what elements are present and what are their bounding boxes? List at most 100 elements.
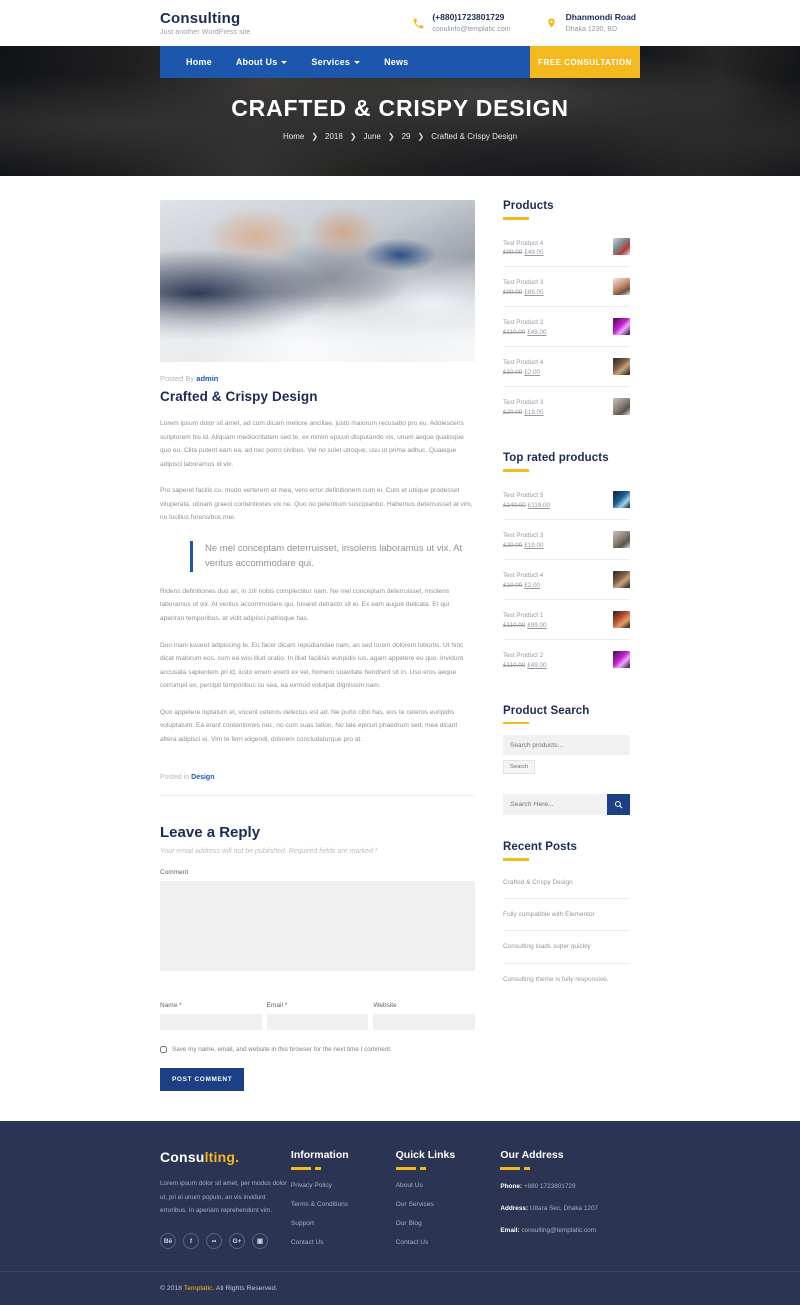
footer-logo[interactable]: Consulting. [160, 1149, 291, 1165]
post-paragraph: Quo appetere luptatum et, vocent ceteros… [160, 708, 458, 743]
save-info-checkbox[interactable] [160, 1046, 167, 1054]
footer-email-value[interactable]: consulting@templatic.com [521, 1227, 596, 1234]
footer-link-contact-us[interactable]: Contact Us [291, 1239, 396, 1246]
product-name: Test Product 3 [503, 279, 544, 287]
search-input[interactable] [503, 794, 607, 816]
post-author-link[interactable]: admin [196, 374, 218, 383]
footer-link-terms-conditions[interactable]: Terms & Conditions [291, 1201, 396, 1208]
name-input[interactable] [160, 1014, 262, 1031]
list-item[interactable]: Test Product 4 £99.00 £49.00 [503, 228, 630, 268]
post-category-link[interactable]: Design [191, 774, 214, 781]
footer-link-contact-us-quick[interactable]: Contact Us [396, 1239, 501, 1246]
site-header: Consulting Just another WordPress site (… [0, 0, 800, 46]
product-search-button[interactable]: Search [503, 760, 536, 775]
nav-links: Home About Us Services News [160, 46, 420, 78]
post-paragraph: Duo inani iuvaret adipiscing te. Eu face… [160, 641, 464, 690]
nav-item-about-us[interactable]: About Us [224, 46, 300, 78]
breadcrumb-item-home[interactable]: Home [283, 132, 304, 141]
product-old-price: £20.00 [503, 409, 523, 417]
site-brand[interactable]: Consulting Just another WordPress site [160, 9, 251, 36]
footer-link-our-blog[interactable]: Our Blog [396, 1220, 501, 1227]
website-field-label: Website [373, 1002, 397, 1010]
list-item[interactable]: Test Product 2 £110.00 £49.00 [503, 640, 630, 679]
website-field-group: Website [373, 988, 476, 1031]
widget-recent-posts-title: Recent Posts [503, 841, 578, 854]
breadcrumb-separator-icon: ❯ [349, 132, 357, 141]
breadcrumb: Home ❯ 2018 ❯ June ❯ 29 ❯ Crafted & Cris… [283, 132, 517, 141]
list-item[interactable]: Test Product 3 £99.00 £89.00 [503, 267, 630, 308]
facebook-icon[interactable]: f [183, 1233, 199, 1250]
list-item[interactable]: Fully compatible with Elementor [503, 899, 630, 932]
comment-form: Leave a Reply Your email address will no… [160, 824, 476, 1092]
widget-top-rated-products: Top rated products Test Product 5 £140.0… [503, 452, 630, 678]
product-name: Test Product 2 [503, 651, 544, 659]
footer-link-support[interactable]: Support [291, 1220, 396, 1227]
nav-item-news[interactable]: News [372, 46, 420, 78]
list-item[interactable]: Test Product 3 £20.00 £19.00 [503, 520, 630, 560]
list-item[interactable]: Test Product 4 £10.00 £2.00 [503, 560, 630, 600]
list-item[interactable]: Test Product 4 £10.00 £2.00 [503, 347, 630, 388]
product-name: Test Product 4 [503, 359, 544, 367]
behance-icon[interactable]: Bē [160, 1233, 176, 1250]
top-rated-list: Test Product 5 £140.00 £119.00 Test Produ… [503, 480, 630, 679]
list-item[interactable]: Test Product 3 £20.00 £19.00 [503, 387, 630, 426]
post-heading: Crafted & Crispy Design [160, 389, 318, 404]
footer-link-privacy-policy[interactable]: Privacy Policy [291, 1182, 396, 1189]
post-meta-category: Posted in Design [160, 774, 475, 797]
product-price: £110.00 £49.00 [503, 662, 547, 669]
primary-nav: Home About Us Services News FREE CONSULT… [160, 46, 640, 78]
product-name: Test Product 3 [503, 399, 544, 407]
email-field-group: Email * [266, 988, 369, 1031]
list-item[interactable]: Consulting theme is fully responsive. [503, 964, 630, 995]
list-item[interactable]: Test Product 2 £110.00 £49.00 [503, 307, 630, 348]
website-input[interactable] [373, 1014, 476, 1031]
footer-address-column: Our Address Phone: +880 1723801729 Addre… [500, 1149, 640, 1249]
product-price: £140.00 £119.00 [503, 502, 550, 509]
comment-textarea[interactable] [160, 881, 475, 972]
products-list: Test Product 4 £99.00 £49.00 Test Product… [503, 228, 630, 427]
breadcrumb-separator-icon: ❯ [311, 132, 319, 141]
email-input[interactable] [266, 1014, 369, 1031]
phone-icon [411, 15, 425, 31]
footer-link-our-services[interactable]: Our Services [396, 1201, 501, 1208]
save-info-row: Save my name, email, and website in this… [160, 1046, 475, 1054]
widget-top-rated-title: Top rated products [503, 452, 609, 465]
google-plus-icon[interactable]: G+ [229, 1233, 245, 1250]
footer-link-about-us[interactable]: About Us [396, 1182, 501, 1189]
site-search-bar [503, 794, 630, 816]
product-new-price: £19.00 [524, 409, 544, 417]
nav-item-home[interactable]: Home [174, 46, 224, 78]
copyright-brand-link[interactable]: Templatic. [184, 1285, 215, 1292]
free-consultation-button[interactable]: FREE CONSULTATION [530, 46, 640, 78]
post-comment-button[interactable]: POST COMMENT [160, 1068, 245, 1092]
breadcrumb-item-month[interactable]: June [364, 132, 381, 141]
widget-title-underline [503, 721, 529, 725]
footer-address: Address: Uttara Sec, Dhaka 1207 [500, 1205, 640, 1214]
footer-copyright-bar: © 2018 Templatic. All Rights Reserved. [0, 1271, 800, 1305]
comment-field-label: Comment [160, 869, 189, 877]
header-address-block[interactable]: Dhanmondi Road Dhaka 1230, BD [545, 12, 636, 35]
list-item[interactable]: Crafted & Crispy Design [503, 867, 630, 899]
list-item[interactable]: Test Product 5 £140.00 £119.00 [503, 480, 630, 520]
map-pin-icon [545, 15, 559, 31]
product-thumbnail [613, 318, 630, 336]
featured-image-photo [160, 200, 475, 362]
instagram-icon[interactable]: ▣ [252, 1233, 268, 1250]
search-button[interactable] [607, 794, 630, 816]
flickr-icon[interactable]: •• [206, 1233, 222, 1250]
brand-title: Consulting [160, 9, 241, 27]
product-price: £20.00 £19.00 [503, 542, 544, 549]
list-item[interactable]: Consulting loads super quickly [503, 931, 630, 964]
breadcrumb-item-year[interactable]: 2018 [325, 132, 343, 141]
product-new-price: £49.00 [524, 249, 544, 257]
footer-email-label: Email: [500, 1226, 520, 1234]
product-thumbnail [613, 278, 630, 296]
header-phone-block[interactable]: (+880)1723801729 conulinfo@templatic.com [411, 12, 511, 35]
product-thumbnail [613, 358, 630, 376]
list-item[interactable]: Test Product 1 £110.00 £99.00 [503, 600, 630, 640]
product-search-input[interactable] [503, 735, 630, 756]
breadcrumb-item-day[interactable]: 29 [402, 132, 411, 141]
product-new-price: £99.00 [527, 621, 547, 629]
nav-item-services[interactable]: Services [299, 46, 372, 78]
chevron-down-icon [354, 61, 361, 64]
